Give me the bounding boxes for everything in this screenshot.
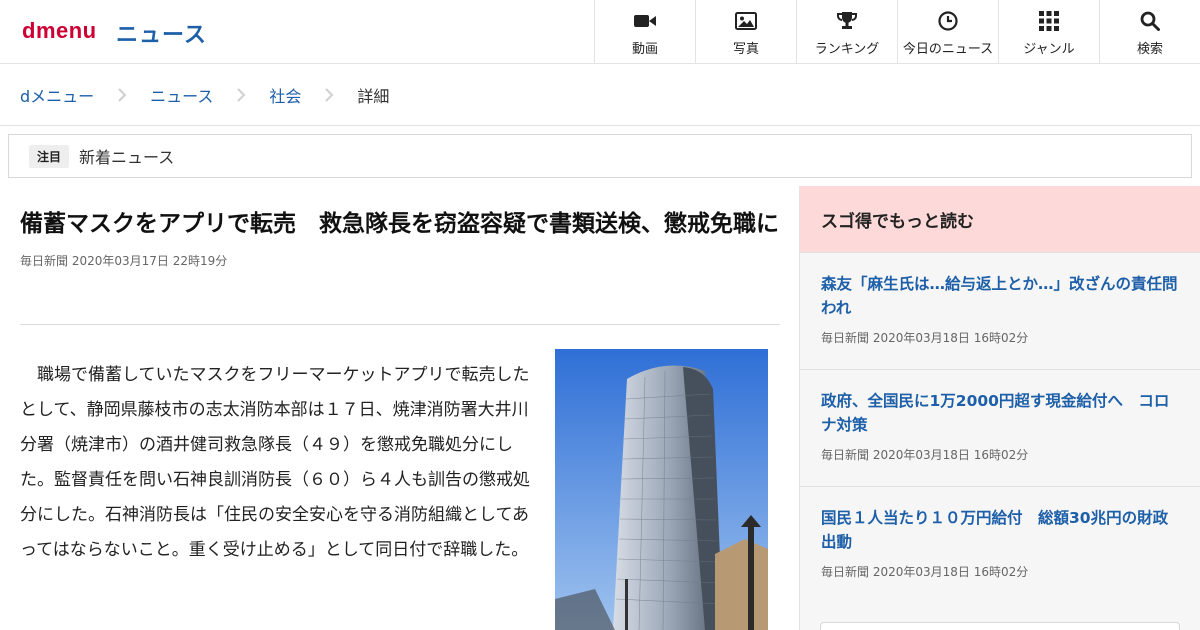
list-item-title[interactable]: 国民１人当たり１０万円給付 総額30兆円の財政出動 bbox=[821, 506, 1179, 554]
nav-label: ジャンル bbox=[1023, 42, 1075, 57]
list-item[interactable]: 国民１人当たり１０万円給付 総額30兆円の財政出動 毎日新聞 2020年03月1… bbox=[800, 486, 1200, 603]
list-item-datetime: 2020年03月18日 16時02分 bbox=[872, 565, 1029, 579]
list-item-source: 毎日新聞 bbox=[821, 448, 870, 462]
article-meta: 毎日新聞 2020年03月17日 22時19分 bbox=[20, 252, 780, 269]
nav-item-video[interactable]: 動画 bbox=[594, 0, 695, 63]
video-camera-icon bbox=[634, 10, 656, 32]
breadcrumb-news[interactable]: ニュース bbox=[150, 83, 213, 107]
list-item-title[interactable]: 森友「麻生氏は…給与返上とか…」改ざんの責任問われ bbox=[821, 272, 1179, 320]
breadcrumb: dメニュー ニュース 社会 詳細 bbox=[0, 64, 1200, 126]
nav-label: 動画 bbox=[631, 42, 658, 57]
notice-bar[interactable]: 注目 新着ニュース bbox=[8, 134, 1192, 178]
list-item-meta: 毎日新聞 2020年03月18日 16時02分 bbox=[821, 329, 1179, 346]
nav-item-search[interactable]: 検索 bbox=[1099, 0, 1200, 63]
list-item-source: 毎日新聞 bbox=[821, 331, 870, 345]
list-item-source: 毎日新聞 bbox=[821, 565, 870, 579]
nav-item-genre[interactable]: ジャンル bbox=[998, 0, 1099, 63]
breadcrumb-dmenu[interactable]: dメニュー bbox=[20, 83, 94, 107]
breadcrumb-society[interactable]: 社会 bbox=[269, 83, 301, 107]
nav-label: 写真 bbox=[732, 42, 759, 57]
list-item-datetime: 2020年03月18日 16時02分 bbox=[872, 331, 1029, 345]
section-title[interactable]: ニュース bbox=[116, 17, 207, 49]
list-item-title[interactable]: 政府、全国民に1万2000円超す現金給付へ コロナ対策 bbox=[821, 389, 1179, 437]
nav-item-ranking[interactable]: ランキング bbox=[796, 0, 897, 63]
list-item[interactable]: 森友「麻生氏は…給与返上とか…」改ざんの責任問われ 毎日新聞 2020年03月1… bbox=[800, 252, 1200, 369]
article-body: 職場で備蓄していたマスクをフリーマーケットアプリで転売したとして、静岡県藤枝市の… bbox=[20, 365, 530, 560]
trophy-icon bbox=[836, 10, 858, 32]
sidebar-heading: スゴ得でもっと読む bbox=[800, 186, 1200, 252]
site-header: dmenu ニュース 動画 写真 ランキング 今日のニュース ジャンル 検索 bbox=[0, 0, 1200, 64]
article: 備蓄マスクをアプリで転売 救急隊長を窃盗容疑で書類送検、懲戒免職に 毎日新聞 2… bbox=[20, 186, 780, 630]
grid-icon bbox=[1038, 10, 1060, 32]
chevron-right-icon bbox=[213, 87, 269, 102]
notice-badge: 注目 bbox=[29, 144, 70, 168]
article-photo[interactable] bbox=[555, 349, 768, 630]
list-item-meta: 毎日新聞 2020年03月18日 16時02分 bbox=[821, 446, 1179, 463]
header-nav: 動画 写真 ランキング 今日のニュース ジャンル 検索 bbox=[594, 0, 1200, 63]
clock-icon bbox=[937, 10, 959, 32]
list-item-meta: 毎日新聞 2020年03月18日 16時02分 bbox=[821, 563, 1179, 580]
article-datetime: 2020年03月17日 22時19分 bbox=[71, 254, 228, 268]
search-icon bbox=[1139, 10, 1161, 32]
breadcrumb-current: 詳細 bbox=[357, 86, 390, 106]
chevron-right-icon bbox=[301, 87, 357, 102]
nav-label: 今日のニュース bbox=[902, 42, 994, 57]
nav-label: ランキング bbox=[814, 42, 880, 57]
nav-item-today-news[interactable]: 今日のニュース bbox=[897, 0, 998, 63]
nav-label: 検索 bbox=[1136, 42, 1163, 57]
chevron-right-icon bbox=[94, 87, 150, 102]
photo-icon bbox=[735, 10, 757, 32]
notice-text[interactable]: 新着ニュース bbox=[79, 144, 174, 168]
sidebar: スゴ得でもっと読む 森友「麻生氏は…給与返上とか…」改ざんの責任問われ 毎日新聞… bbox=[799, 186, 1200, 630]
article-title: 備蓄マスクをアプリで転売 救急隊長を窃盗容疑で書類送検、懲戒免職に bbox=[20, 211, 779, 237]
article-source: 毎日新聞 bbox=[20, 254, 69, 268]
list-item-datetime: 2020年03月18日 16時02分 bbox=[872, 448, 1029, 462]
nav-item-photo[interactable]: 写真 bbox=[695, 0, 796, 63]
sidebar-card-stub bbox=[820, 622, 1180, 630]
list-item[interactable]: 政府、全国民に1万2000円超す現金給付へ コロナ対策 毎日新聞 2020年03… bbox=[800, 369, 1200, 486]
dmenu-logo[interactable]: dmenu bbox=[22, 18, 97, 44]
divider bbox=[20, 324, 780, 325]
